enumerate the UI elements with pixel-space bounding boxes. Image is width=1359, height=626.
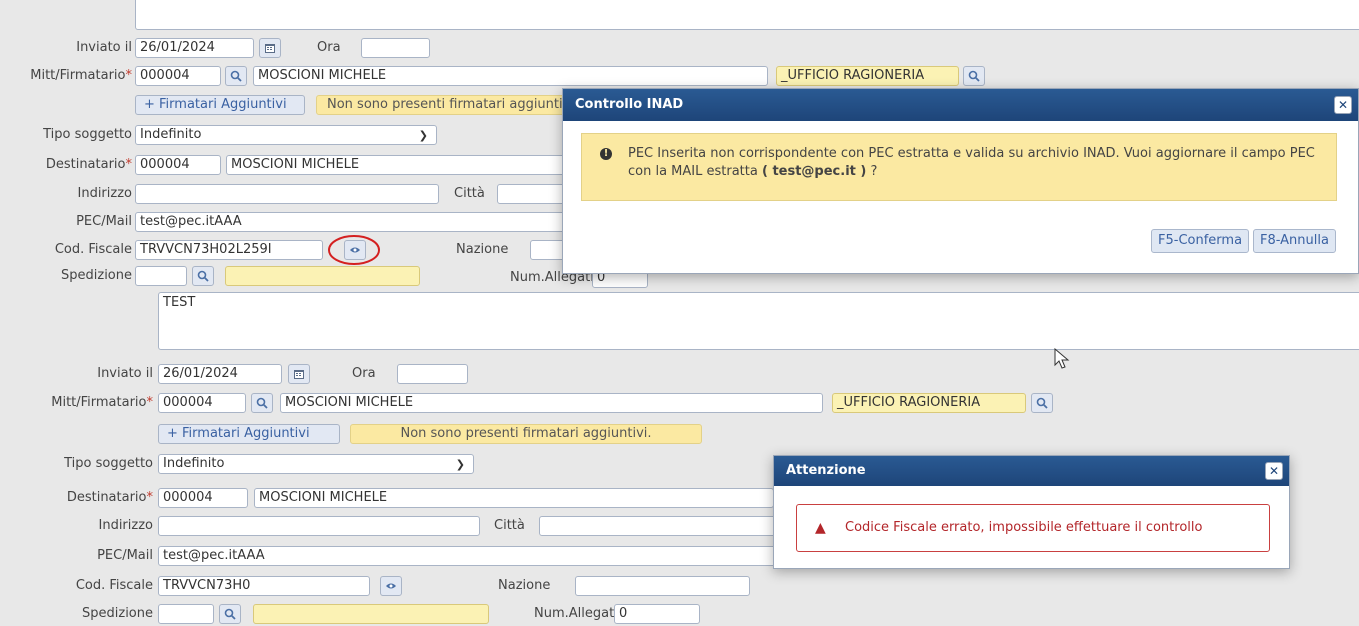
indirizzo-field-2[interactable] — [158, 516, 480, 536]
mouse-cursor-icon — [1054, 348, 1070, 369]
tipo-soggetto-label: Tipo soggetto — [43, 127, 132, 142]
firmatari-note: Non sono presenti firmatari aggiuntivi. — [316, 95, 576, 115]
mitt-office-field[interactable]: _UFFICIO RAGIONERIA — [776, 66, 959, 86]
sped-code-field-2[interactable] — [158, 604, 214, 624]
cf-field-2[interactable]: TRVVCN73H0 — [158, 576, 370, 596]
dialog-title: Controllo INAD — [563, 89, 1358, 121]
search-icon — [224, 608, 236, 620]
eye-icon — [386, 583, 396, 589]
search-icon — [197, 270, 209, 282]
mitt-search-button[interactable] — [225, 66, 247, 86]
calendar-button[interactable] — [259, 38, 281, 58]
chevron-down-icon: ❯ — [418, 129, 428, 142]
firmatari-aggiuntivi-button-2[interactable]: + Firmatari Aggiuntivi — [158, 424, 340, 444]
calendar-button-2[interactable] — [288, 364, 310, 384]
dest-name-field[interactable]: MOSCIONI MICHELE — [226, 155, 576, 175]
cf-label-2: Cod. Fiscale — [75, 578, 153, 593]
nazione-field-2[interactable] — [575, 576, 750, 596]
mitt-search-button-2[interactable] — [251, 393, 273, 413]
pec-label: PEC/Mail — [76, 214, 132, 229]
mitt-name-field-2[interactable]: MOSCIONI MICHELE — [280, 393, 823, 413]
calendar-icon — [294, 370, 304, 379]
mitt-code-field[interactable]: 000004 — [135, 66, 221, 86]
dialog-title: Attenzione — [774, 456, 1289, 486]
mitt-label-2: Mitt/Firmatario* — [51, 395, 153, 410]
top-note-textarea[interactable] — [135, 0, 1359, 30]
close-icon: ✕ — [1337, 98, 1349, 112]
close-button[interactable]: ✕ — [1265, 462, 1283, 480]
nazione-label-2: Nazione — [498, 578, 551, 593]
nazione-label: Nazione — [456, 242, 509, 257]
sped-search-button-2[interactable] — [219, 604, 241, 624]
calendar-icon — [265, 44, 275, 53]
mitt-label: Mitt/Firmatario* — [30, 68, 132, 83]
note-textarea[interactable]: TEST — [158, 292, 1359, 350]
sped-search-button[interactable] — [192, 266, 214, 286]
warning-icon: ▲ — [815, 520, 826, 536]
controllo-inad-dialog: Controllo INAD ✕ ! PEC Inserita non corr… — [562, 88, 1359, 274]
close-icon: ✕ — [1268, 464, 1280, 478]
cf-label: Cod. Fiscale — [54, 242, 132, 257]
inviato-date-field-2[interactable]: 26/01/2024 — [158, 364, 282, 384]
sped-code-field[interactable] — [135, 266, 187, 286]
spedizione-label-2: Spedizione — [82, 606, 153, 621]
indirizzo-label: Indirizzo — [77, 186, 133, 201]
mitt-office-field-2[interactable]: _UFFICIO RAGIONERIA — [832, 393, 1026, 413]
cf-check-button-2[interactable] — [380, 576, 402, 596]
indirizzo-label-2: Indirizzo — [98, 518, 154, 533]
citta-field-2[interactable] — [539, 516, 779, 536]
firmatari-note-2: Non sono presenti firmatari aggiuntivi. — [350, 424, 702, 444]
indirizzo-field[interactable] — [135, 184, 439, 204]
ora-field[interactable] — [361, 38, 430, 58]
tipo-soggetto-select-2[interactable]: Indefinito ❯ — [158, 454, 474, 474]
pec-field-2[interactable]: test@pec.itAAA — [158, 546, 778, 566]
firmatari-aggiuntivi-button[interactable]: + Firmatari Aggiuntivi — [135, 95, 305, 115]
confirm-button[interactable]: F5-Conferma — [1151, 229, 1250, 253]
office-search-button-2[interactable] — [1031, 393, 1053, 413]
sped-desc-field[interactable] — [225, 266, 420, 286]
citta-label: Città — [454, 186, 485, 201]
ora-label-2: Ora — [352, 366, 376, 381]
tipo-soggetto-select[interactable]: Indefinito ❯ — [135, 125, 437, 145]
error-message-box: ▲ Codice Fiscale errato, impossibile eff… — [796, 504, 1270, 552]
ora-field-2[interactable] — [397, 364, 468, 384]
dest-code-field-2[interactable]: 000004 — [158, 488, 248, 508]
tipo-soggetto-label-2: Tipo soggetto — [64, 456, 153, 471]
attenzione-dialog: Attenzione ✕ ▲ Codice Fiscale errato, im… — [773, 455, 1290, 569]
sped-desc-field-2[interactable] — [253, 604, 489, 624]
highlight-circle — [328, 235, 380, 265]
mitt-code-field-2[interactable]: 000004 — [158, 393, 246, 413]
close-button[interactable]: ✕ — [1334, 96, 1352, 114]
dest-code-field[interactable]: 000004 — [135, 155, 221, 175]
spedizione-label: Spedizione — [61, 268, 132, 283]
pec-field[interactable]: test@pec.itAAA — [135, 212, 577, 232]
search-icon — [1036, 397, 1048, 409]
exclamation-icon: ! — [600, 148, 612, 160]
office-search-button[interactable] — [963, 66, 985, 86]
allegati-field-2[interactable]: 0 — [614, 604, 700, 624]
search-icon — [230, 70, 242, 82]
citta-label-2: Città — [494, 518, 525, 533]
inviato-date-field[interactable]: 26/01/2024 — [135, 38, 254, 58]
cf-field[interactable]: TRVVCN73H02L259I — [135, 240, 323, 260]
ora-label: Ora — [317, 40, 341, 55]
destinatario-label: Destinatario* — [45, 157, 132, 172]
mitt-name-field[interactable]: MOSCIONI MICHELE — [253, 66, 768, 86]
dest-name-field-2[interactable]: MOSCIONI MICHELE — [254, 488, 774, 508]
allegati-label-2: Num.Allegati — [534, 606, 618, 621]
destinatario-label-2: Destinatario* — [66, 490, 153, 505]
inad-message-box: ! PEC Inserita non corrispondente con PE… — [581, 133, 1337, 201]
inviato-label-2: Inviato il — [97, 366, 153, 381]
search-icon — [968, 70, 980, 82]
pec-label-2: PEC/Mail — [97, 548, 153, 563]
search-icon — [256, 397, 268, 409]
cancel-button[interactable]: F8-Annulla — [1253, 229, 1336, 253]
chevron-down-icon: ❯ — [455, 458, 465, 471]
inviato-label: Inviato il — [76, 40, 132, 55]
